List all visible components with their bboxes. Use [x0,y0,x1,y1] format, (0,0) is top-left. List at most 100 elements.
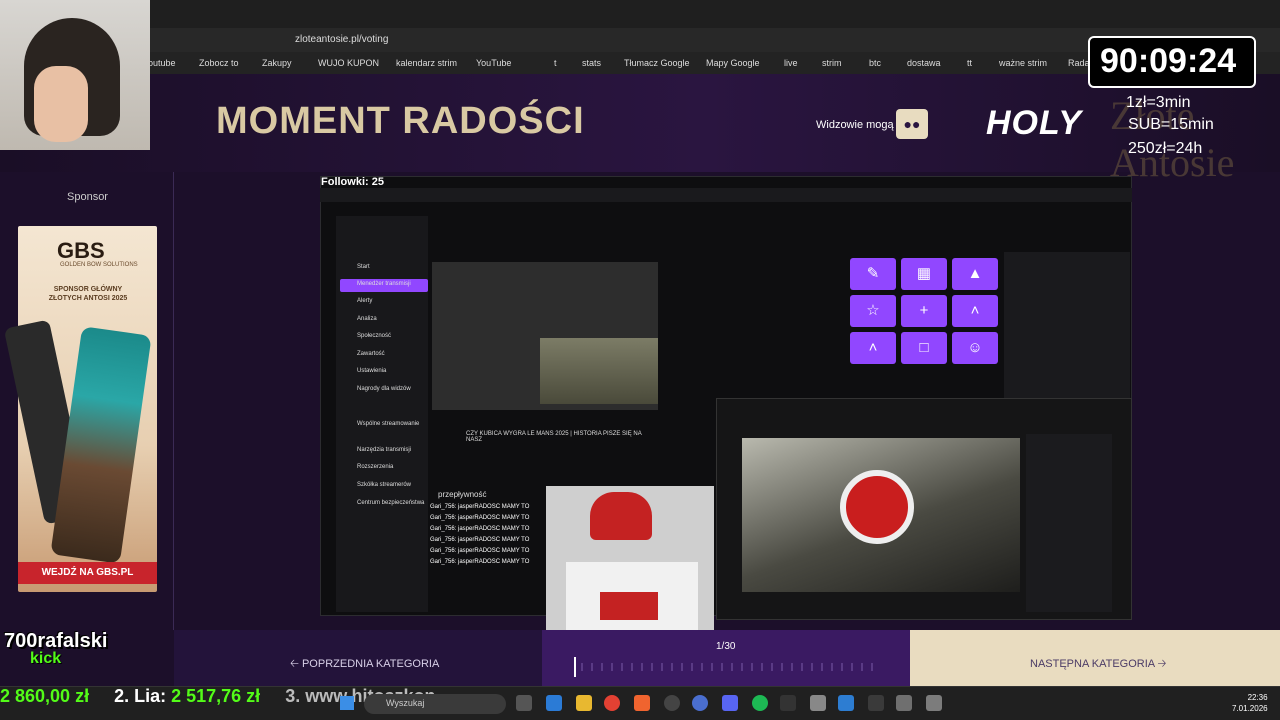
browser-tab-bar [0,0,1280,28]
holy-logo: HOLY [986,104,1082,142]
host-face [34,66,88,142]
windows-start-icon[interactable] [340,696,354,710]
bookmark-item[interactable]: strim [822,58,842,68]
ad-sponsor-text: SPONSOR GŁÓWNY ZŁOTYCH ANTOSI 2025 [48,286,128,302]
bookmark-item[interactable]: YouTube [476,58,511,68]
app-icon[interactable] [692,695,708,711]
bookmark-item[interactable]: kalendarz strim [396,58,457,68]
ad-brand-sub: GOLDEN BOW SOLUTIONS [60,262,138,268]
chrome-icon[interactable] [604,695,620,711]
page-counter: 1/30 [716,641,736,652]
star-icon[interactable]: ☆ [850,295,896,327]
sidebar-item: Społeczność [357,333,392,339]
page-title: MOMENT RADOŚCI [216,100,585,142]
pencil-icon[interactable]: ✎ [850,258,896,290]
task-view-icon[interactable] [516,695,532,711]
follow-counter: Followki: 25 [321,176,384,188]
sidebar-item: Start [357,264,370,270]
search-placeholder: Wyszukaj [386,698,425,708]
ad-cta-button[interactable]: WEJDŹ NA GBS.PL [18,562,157,584]
bookmark-item[interactable]: Mapy Google [706,58,760,68]
stream-browser-bar [320,188,1132,202]
app-icon[interactable] [896,695,912,711]
ticker-rank: 2. Lia: [114,686,172,706]
kick-logo: kick [30,650,62,667]
chat-line: Gari_756: jasperRADOSC MAMY TO [430,504,530,510]
bookmark-item[interactable]: btc [869,58,881,68]
clapper-icon[interactable]: ▦ [901,258,947,290]
bookmark-item[interactable]: Zobocz to [199,58,239,68]
double-chevron-icon[interactable]: ˄ [850,332,896,364]
sidebar-item: Menedżer transmisji [357,281,411,287]
chat-line: Gari_756: jasperRADOSC MAMY TO [430,548,530,554]
chevron-up-icon[interactable]: ˄ [952,295,998,327]
ticker-amount: 2 517,76 zł [171,686,261,706]
prev-category-label[interactable]: 🡠 POPRZEDNIA KATEGORIA [290,655,439,674]
shirt-stripe [600,592,658,620]
sidebar-item: Zawartość [357,351,385,357]
sidebar-item: Szkółka streamerów [357,482,412,488]
sidebar-item: Narzędzia transmisji [357,447,412,453]
obs-icon[interactable] [664,695,680,711]
app-icon[interactable] [780,695,796,711]
driver-helmet [840,470,914,544]
sidebar-item: Alerty [357,298,373,304]
sponsor-label: Sponsor [67,191,108,203]
bookmark-item[interactable]: WUJO KUPON [318,58,379,68]
chat-line: Gari_756: jasperRADOSC MAMY TO [430,515,530,521]
bookmark-item[interactable]: live [784,58,798,68]
prev-label-text: POPRZEDNIA KATEGORIA [301,658,440,670]
taskbar-clock[interactable]: 22:36 7.01.2026 [1232,692,1268,714]
taskbar-search[interactable]: Wyszukaj [364,694,506,714]
bookmark-item[interactable]: dostawa [907,58,941,68]
sidebar-item: Wspólne streamowanie [357,421,420,427]
dashboard-sidebar [336,216,428,612]
bookmark-item[interactable]: outube [148,58,176,68]
explorer-icon[interactable] [546,695,562,711]
category-scrubber[interactable] [574,657,880,677]
bookmark-item[interactable]: tt [967,58,972,68]
scrubber-current-marker [574,657,576,677]
next-category-label[interactable]: NASTĘPNA KATEGORIA 🡢 [1030,655,1166,674]
add-user-icon[interactable]: + [901,295,947,327]
bookmark-item[interactable]: Tłumacz Google [624,58,690,68]
chat-line: Gari_756: jasperRADOSC MAMY TO [430,526,530,532]
bookmark-item[interactable]: stats [582,58,601,68]
subathon-timer: 90:09:24 [1100,42,1237,80]
collab-panel [1004,252,1130,402]
discord-icon[interactable] [722,695,738,711]
folder-icon[interactable] [576,695,592,711]
timer-rule: 250zł=24h [1128,140,1203,157]
smiley-icon[interactable]: ☺ [952,332,998,364]
app-icon[interactable] [926,695,942,711]
clock-date: 7.01.2026 [1232,704,1268,713]
timer-rule: 1zł=3min [1126,94,1191,111]
red-cap [590,492,652,540]
chat-line: Gari_756: jasperRADOSC MAMY TO [430,559,530,565]
bookmark-item[interactable]: t [554,58,557,68]
mini-chat [1026,434,1112,612]
app-icon[interactable] [838,695,854,711]
shield-icon[interactable]: ▲ [952,258,998,290]
spotify-icon[interactable] [752,695,768,711]
ticker-amount: 2 860,00 zł [0,686,90,706]
url-text[interactable]: zloteantosie.pl/voting [295,34,388,45]
clock-time: 22:36 [1247,693,1268,702]
sidebar-item: Centrum bezpieczeństwa [357,500,425,506]
page-header [0,74,1280,172]
calculator-icon[interactable] [810,695,826,711]
app-icon[interactable] [868,695,884,711]
sidebar-item: Analiza [357,316,377,322]
quick-actions: ✎ ▦ ▲ ☆ + ˄ ˄ □ ☺ [846,252,998,370]
bookmark-item[interactable]: ważne strim [999,58,1047,68]
sidebar-item: Rozszerzenia [357,464,394,470]
bookmark-item[interactable]: Rada [1068,58,1090,68]
ad-brand: GBS [57,238,105,263]
next-label-text: NASTĘPNA KATEGORIA [1030,658,1155,670]
viewers-icon[interactable]: ●● [896,109,928,139]
stream-preview-car [540,338,658,404]
brave-icon[interactable] [634,695,650,711]
chat-icon[interactable]: □ [901,332,947,364]
bookmark-item[interactable]: Zakupy [262,58,292,68]
chat-line: Gari_756: jasperRADOSC MAMY TO [430,537,530,543]
